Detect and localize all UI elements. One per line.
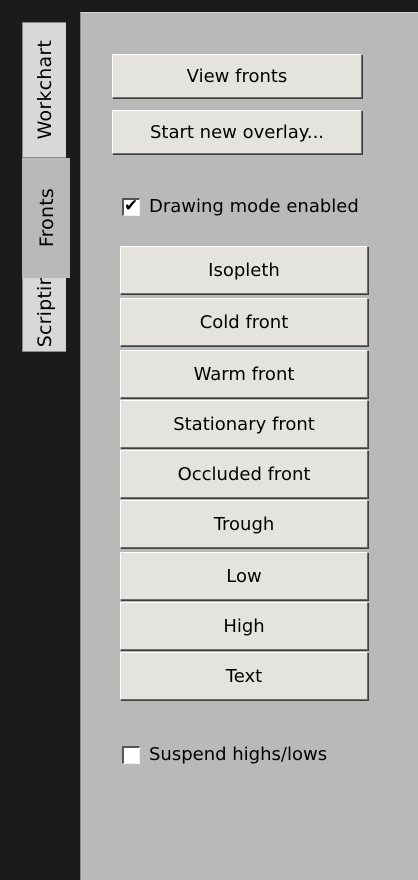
drawing-mode-checkbox[interactable]: ✔ xyxy=(122,195,140,216)
warm-front-label: Warm front xyxy=(193,363,295,385)
view-fronts-label: View fronts xyxy=(186,65,288,87)
tab-fronts[interactable]: Fronts xyxy=(22,158,70,278)
text-tool-button[interactable]: Text xyxy=(120,652,368,700)
window-left-edge xyxy=(0,0,14,880)
suspend-highs-lows-row[interactable]: Suspend highs/lows xyxy=(122,744,327,765)
low-button[interactable]: Low xyxy=(120,552,368,600)
low-label: Low xyxy=(226,565,262,587)
isopleth-button[interactable]: Isopleth xyxy=(120,246,368,294)
cold-front-label: Cold front xyxy=(199,311,289,333)
drawing-mode-label: Drawing mode enabled xyxy=(149,196,359,217)
checkmark-icon: ✔ xyxy=(124,195,139,216)
view-fronts-button[interactable]: View fronts xyxy=(112,54,362,98)
stationary-front-label: Stationary front xyxy=(173,413,315,435)
trough-label: Trough xyxy=(213,513,275,535)
drawing-mode-row[interactable]: ✔ Drawing mode enabled xyxy=(122,196,359,217)
high-button[interactable]: High xyxy=(120,602,368,650)
tab-workchart[interactable]: Workchart xyxy=(22,22,66,158)
start-new-overlay-label: Start new overlay... xyxy=(149,121,325,143)
window-top-strip xyxy=(0,0,418,12)
tab-fronts-label: Fronts xyxy=(35,188,58,248)
stationary-front-button[interactable]: Stationary front xyxy=(120,400,368,448)
occluded-front-label: Occluded front xyxy=(177,463,311,485)
cold-front-button[interactable]: Cold front xyxy=(120,298,368,346)
start-new-overlay-button[interactable]: Start new overlay... xyxy=(112,110,362,154)
isopleth-label: Isopleth xyxy=(208,259,280,281)
occluded-front-button[interactable]: Occluded front xyxy=(120,450,368,498)
suspend-highs-lows-label: Suspend highs/lows xyxy=(149,744,328,765)
tab-workchart-label: Workchart xyxy=(33,40,56,140)
high-label: High xyxy=(223,615,265,637)
trough-button[interactable]: Trough xyxy=(120,500,368,548)
suspend-highs-lows-checkbox[interactable] xyxy=(122,745,140,764)
warm-front-button[interactable]: Warm front xyxy=(120,350,368,398)
text-tool-label: Text xyxy=(225,665,263,687)
